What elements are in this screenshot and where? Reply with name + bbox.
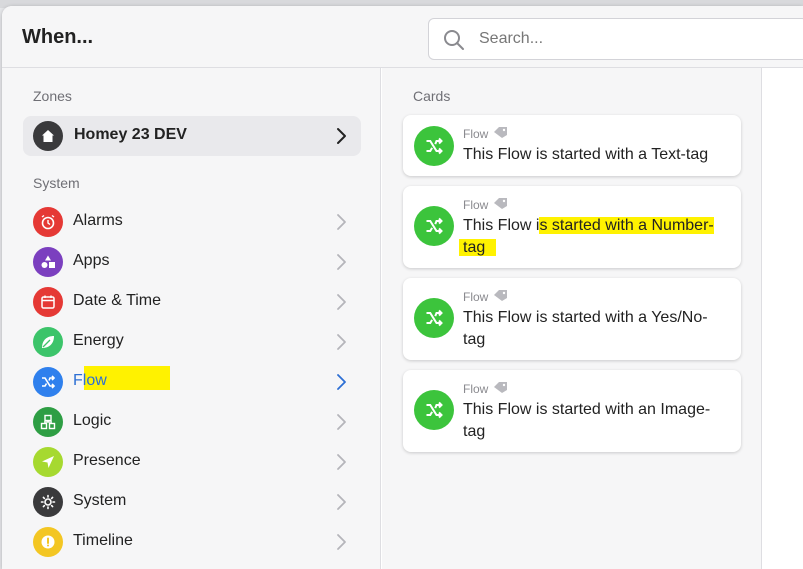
sidebar-item-system[interactable]: System bbox=[23, 482, 361, 522]
home-icon bbox=[33, 121, 63, 151]
dialog-header: When... bbox=[2, 6, 803, 68]
sidebar-item-label: Timeline bbox=[73, 532, 133, 549]
zone-item-homey[interactable]: Homey 23 DEV bbox=[23, 116, 361, 156]
sidebar-item-presence[interactable]: Presence bbox=[23, 442, 361, 482]
sidebar-item-date-time[interactable]: Date & Time bbox=[23, 282, 361, 322]
alarm-clock-icon bbox=[33, 207, 63, 237]
chevron-right-icon bbox=[337, 374, 346, 390]
gear-icon bbox=[33, 487, 63, 517]
sidebar-item-label: Alarms bbox=[73, 212, 123, 229]
chevron-right-icon bbox=[337, 534, 346, 550]
shuffle-icon bbox=[414, 206, 454, 246]
system-label: System bbox=[33, 175, 80, 191]
calendar-icon bbox=[33, 287, 63, 317]
shuffle-icon bbox=[414, 390, 454, 430]
card-app-label: Flow bbox=[463, 198, 489, 212]
tag-icon bbox=[494, 127, 507, 138]
leaf-icon bbox=[33, 327, 63, 357]
dialog-title: When... bbox=[22, 26, 94, 48]
card-title-part: This Flow i bbox=[463, 217, 540, 234]
tag-icon bbox=[494, 382, 507, 393]
shuffle-icon bbox=[414, 126, 454, 166]
card-app-label: Flow bbox=[463, 290, 489, 304]
card-title-line: tag bbox=[463, 331, 486, 348]
sidebar-item-energy[interactable]: Energy bbox=[23, 322, 361, 362]
tag-icon bbox=[494, 290, 507, 301]
chevron-right-icon bbox=[337, 414, 346, 430]
flow-card-yesno-tag[interactable]: Flow This Flow is started with a Yes/No-… bbox=[403, 278, 741, 360]
chevron-right-icon bbox=[337, 214, 346, 230]
card-app-label: Flow bbox=[463, 127, 489, 141]
sidebar-item-flow[interactable]: Flow bbox=[23, 362, 361, 402]
card-title: This Flow is started with a Number-tag bbox=[459, 215, 733, 259]
when-dialog: When... Zones Homey 23 DEV System bbox=[2, 6, 803, 569]
card-title-line: This Flow is started with a Text-tag bbox=[463, 146, 709, 163]
chevron-right-icon bbox=[337, 294, 346, 310]
sidebar-item-alarms[interactable]: Alarms bbox=[23, 202, 361, 242]
card-title: This Flow is started with a Text-tag bbox=[463, 144, 725, 166]
location-arrow-icon bbox=[33, 447, 63, 477]
cards-panel: Cards Flow This Flow is started with a T… bbox=[382, 68, 762, 569]
sidebar-item-label: Logic bbox=[73, 412, 112, 429]
card-app-label: Flow bbox=[463, 382, 489, 396]
flow-card-number-tag[interactable]: Flow This Flow is started with a Number-… bbox=[403, 186, 741, 268]
zone-item-label: Homey 23 DEV bbox=[74, 126, 187, 143]
sidebar-item-timeline[interactable]: Timeline bbox=[23, 522, 361, 562]
apps-icon bbox=[33, 247, 63, 277]
chevron-right-icon bbox=[337, 454, 346, 470]
sidebar-item-label: Presence bbox=[73, 452, 141, 469]
flow-card-text-tag[interactable]: Flow This Flow is started with a Text-ta… bbox=[403, 115, 741, 176]
sidebar-item-apps[interactable]: Apps bbox=[23, 242, 361, 282]
card-title-highlight: tag bbox=[459, 239, 497, 256]
card-title-line: tag bbox=[463, 423, 486, 440]
details-panel bbox=[762, 68, 803, 569]
chevron-right-icon bbox=[337, 334, 346, 350]
card-title: This Flow is started with a Yes/No- tag bbox=[463, 307, 725, 351]
flow-card-image-tag[interactable]: Flow This Flow is started with an Image-… bbox=[403, 370, 741, 452]
search-box[interactable] bbox=[428, 18, 803, 60]
cards-label: Cards bbox=[413, 88, 451, 104]
search-icon bbox=[444, 30, 464, 50]
categories-panel: Zones Homey 23 DEV System Alarms Apps Da… bbox=[2, 68, 381, 569]
sidebar-item-logic[interactable]: Logic bbox=[23, 402, 361, 442]
exclamation-icon bbox=[33, 527, 63, 557]
card-title-line: This Flow is started with a Yes/No- bbox=[463, 309, 708, 326]
zones-label: Zones bbox=[33, 88, 72, 104]
card-title: This Flow is started with an Image- tag bbox=[463, 399, 725, 443]
sidebar-item-label: Date & Time bbox=[73, 292, 162, 309]
chevron-right-icon bbox=[337, 494, 346, 510]
search-input[interactable] bbox=[479, 19, 799, 59]
tag-icon bbox=[494, 198, 507, 209]
sidebar-item-label: Apps bbox=[73, 252, 110, 269]
shuffle-icon bbox=[33, 367, 63, 397]
sidebar-item-label: System bbox=[73, 492, 127, 509]
chevron-right-icon bbox=[337, 128, 346, 144]
logic-icon bbox=[33, 407, 63, 437]
sidebar-item-label: Energy bbox=[73, 332, 124, 349]
card-title-highlight: s started with a Number- bbox=[539, 217, 714, 234]
shuffle-icon bbox=[414, 298, 454, 338]
card-title-line: This Flow is started with an Image- bbox=[463, 401, 711, 418]
sidebar-item-label: Flow bbox=[73, 372, 107, 389]
chevron-right-icon bbox=[337, 254, 346, 270]
